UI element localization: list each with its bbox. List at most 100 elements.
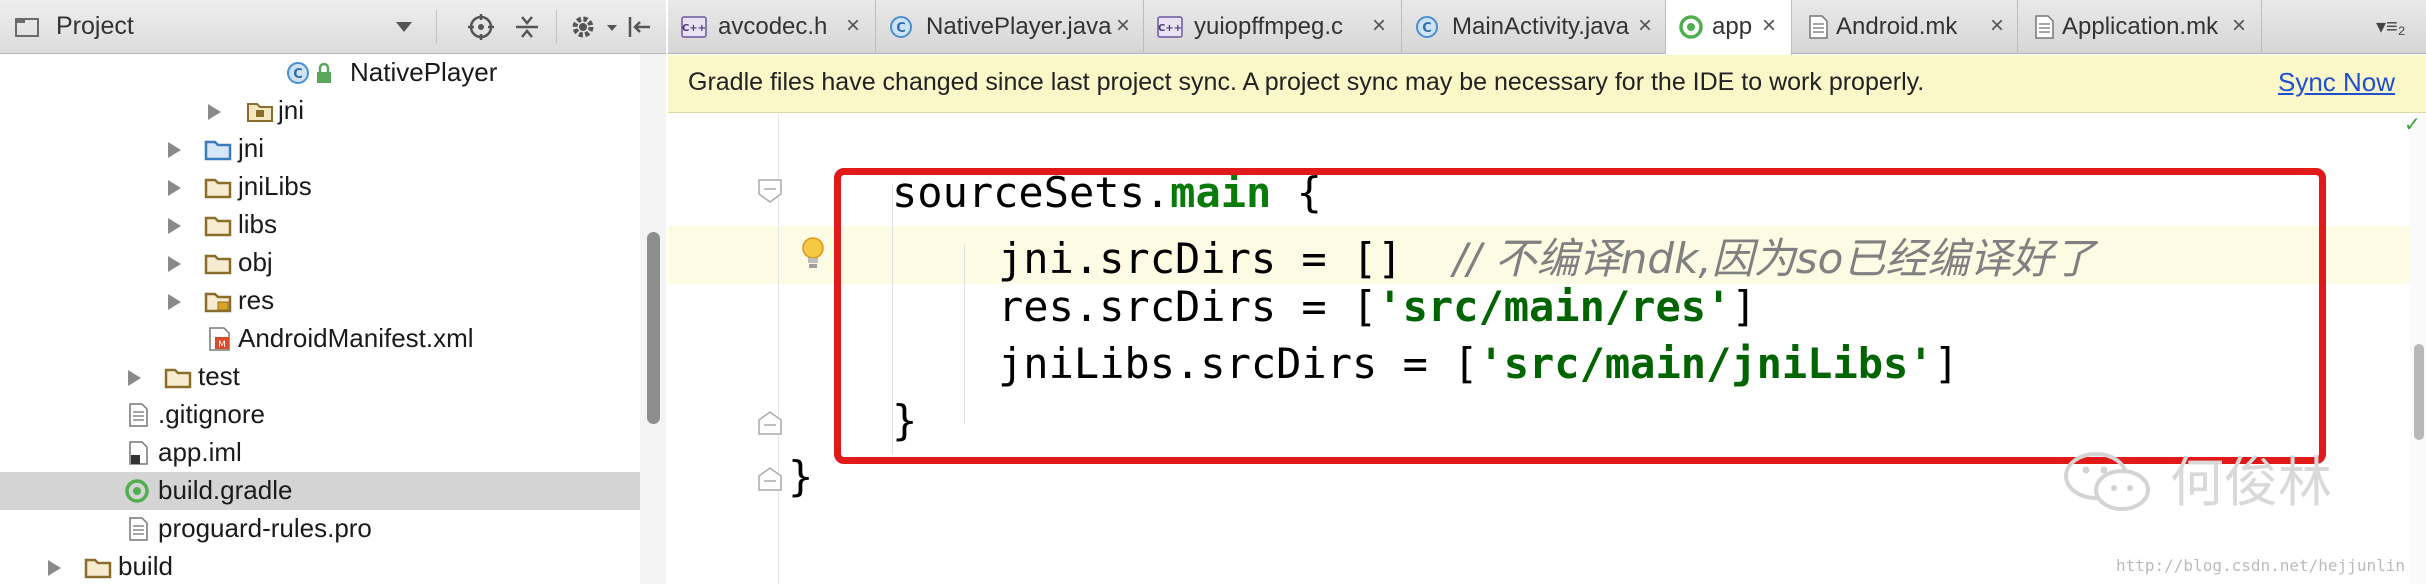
- tree-item-build-gradle[interactable]: build.gradle: [0, 472, 640, 510]
- expand-arrow-icon[interactable]: [168, 256, 181, 272]
- inspection-ok-icon: ✓: [2404, 114, 2421, 136]
- close-icon[interactable]: ×: [1116, 12, 1130, 40]
- lock-icon: [317, 62, 331, 83]
- class-c-icon: C: [1416, 16, 1438, 38]
- tree-item-label: jni: [278, 95, 305, 125]
- chevron-down-icon[interactable]: [396, 22, 412, 32]
- tree-item-label: build.gradle: [158, 475, 293, 505]
- code-text: }: [788, 452, 814, 501]
- expand-arrow-icon[interactable]: [48, 560, 61, 576]
- source-folder-icon: [204, 140, 232, 161]
- tab-label: MainActivity.java: [1452, 13, 1629, 40]
- class-c-icon: C: [890, 16, 912, 38]
- wechat-logo-icon: [2064, 452, 2150, 511]
- tree-item-label: res: [238, 285, 275, 315]
- close-icon[interactable]: ×: [1762, 12, 1776, 40]
- close-icon[interactable]: ×: [1372, 12, 1386, 40]
- tab-app-gradle[interactable]: app ×: [1666, 0, 1792, 55]
- tree-item-gitignore[interactable]: .gitignore: [0, 396, 640, 434]
- folder-icon: [164, 368, 192, 389]
- tab-avcodec-h[interactable]: C++ avcodec.h ×: [668, 0, 876, 54]
- tab-label: yuiopffmpeg.c: [1194, 13, 1343, 40]
- tree-scrollbar-thumb[interactable]: [647, 232, 660, 424]
- tab-label: app: [1712, 13, 1753, 40]
- project-panel: Project C NativePlayer jni jni jniLibs l…: [0, 0, 666, 584]
- sync-message: Gradle files have changed since last pro…: [688, 68, 1925, 96]
- chevron-down-icon[interactable]: [604, 14, 620, 40]
- tree-item-obj[interactable]: obj: [0, 244, 640, 282]
- svg-text:C: C: [896, 21, 906, 36]
- tree-item-androidmanifest[interactable]: M AndroidManifest.xml: [0, 320, 640, 358]
- expand-arrow-icon[interactable]: [168, 218, 181, 234]
- editor-tab-bar: C++ avcodec.h × C NativePlayer.java × C+…: [668, 0, 2426, 55]
- tree-item-libs[interactable]: libs: [0, 206, 640, 244]
- tree-item-jnilibs[interactable]: jniLibs: [0, 168, 640, 206]
- tree-item-jni[interactable]: jni: [0, 130, 640, 168]
- tab-application-mk[interactable]: Application.mk ×: [2018, 0, 2262, 54]
- tree-item-app-iml[interactable]: app.iml: [0, 434, 640, 472]
- tab-mainactivity-java[interactable]: C MainActivity.java ×: [1402, 0, 1666, 54]
- resource-folder-icon: [204, 292, 232, 313]
- text-file-icon: [1809, 15, 1828, 39]
- close-icon[interactable]: ×: [1990, 12, 2004, 40]
- cpp-header-icon: C++: [681, 16, 707, 38]
- tree-item-build[interactable]: build: [0, 548, 640, 584]
- tree-item-res[interactable]: res: [0, 282, 640, 320]
- close-icon[interactable]: ×: [1638, 12, 1652, 40]
- tree-item-test[interactable]: test: [0, 358, 640, 396]
- sync-now-link[interactable]: Sync Now: [2278, 67, 2395, 98]
- project-view-selector[interactable]: Project: [56, 12, 134, 41]
- tab-nativeplayer-java[interactable]: C NativePlayer.java ×: [876, 0, 1144, 54]
- tree-item-jni-package[interactable]: jni: [0, 92, 640, 130]
- tab-android-mk[interactable]: Android.mk ×: [1792, 0, 2018, 54]
- scroll-from-source-icon[interactable]: [468, 14, 494, 40]
- fold-end-icon[interactable]: [756, 410, 784, 436]
- close-icon[interactable]: ×: [846, 12, 860, 40]
- collapse-all-icon[interactable]: [514, 14, 540, 40]
- expand-arrow-icon[interactable]: [168, 180, 181, 196]
- svg-text:C++: C++: [1158, 23, 1182, 34]
- gear-icon[interactable]: [570, 14, 596, 40]
- tab-label: Android.mk: [1836, 13, 1958, 40]
- folder-icon: [204, 178, 232, 199]
- hide-panel-icon[interactable]: [626, 14, 652, 40]
- fold-end-icon[interactable]: [756, 466, 784, 492]
- text-file-icon: [129, 517, 148, 541]
- folder-icon: [84, 558, 112, 579]
- tree-item-label: NativePlayer: [350, 57, 498, 87]
- c-source-icon: C++: [1157, 16, 1183, 38]
- svg-text:C: C: [1422, 21, 1432, 36]
- tree-item-label: jni: [238, 133, 265, 163]
- class-c-icon: C: [287, 62, 309, 84]
- package-folder-icon: [247, 103, 273, 122]
- project-folder-icon: [15, 18, 39, 37]
- svg-text:C: C: [293, 67, 303, 82]
- tree-item-label: libs: [238, 209, 278, 239]
- close-icon[interactable]: ×: [2232, 12, 2246, 40]
- gradle-icon: [125, 479, 149, 503]
- iml-file-icon: [129, 441, 148, 465]
- text-file-icon: [2035, 15, 2054, 39]
- gradle-sync-notification: Gradle files have changed since last pro…: [668, 55, 2426, 113]
- tab-label: Application.mk: [2062, 13, 2219, 40]
- tree-item-nativeplayer[interactable]: C NativePlayer: [0, 54, 640, 92]
- lightbulb-icon[interactable]: [799, 234, 827, 272]
- tree-item-proguard[interactable]: proguard-rules.pro: [0, 510, 640, 548]
- expand-arrow-icon[interactable]: [168, 142, 181, 158]
- project-tree: C NativePlayer jni jni jniLibs libs obj …: [0, 54, 640, 584]
- tab-overflow-menu[interactable]: ▾≡₂: [2376, 14, 2405, 39]
- tab-yuiopffmpeg-c[interactable]: C++ yuiopffmpeg.c ×: [1144, 0, 1402, 54]
- tab-label: avcodec.h: [718, 13, 828, 40]
- editor-scrollbar-thumb[interactable]: [2414, 344, 2424, 440]
- tree-item-label: AndroidManifest.xml: [238, 323, 474, 353]
- tab-label: NativePlayer.java: [926, 13, 1112, 40]
- tree-item-label: .gitignore: [158, 399, 265, 429]
- expand-arrow-icon[interactable]: [208, 104, 221, 120]
- header-divider: [436, 10, 437, 44]
- watermark-text: 何俊林: [2170, 451, 2332, 514]
- expand-arrow-icon[interactable]: [168, 294, 181, 310]
- tree-item-label: proguard-rules.pro: [158, 513, 372, 543]
- fold-collapse-icon[interactable]: [756, 178, 784, 204]
- header-divider: [556, 10, 557, 44]
- expand-arrow-icon[interactable]: [128, 370, 141, 386]
